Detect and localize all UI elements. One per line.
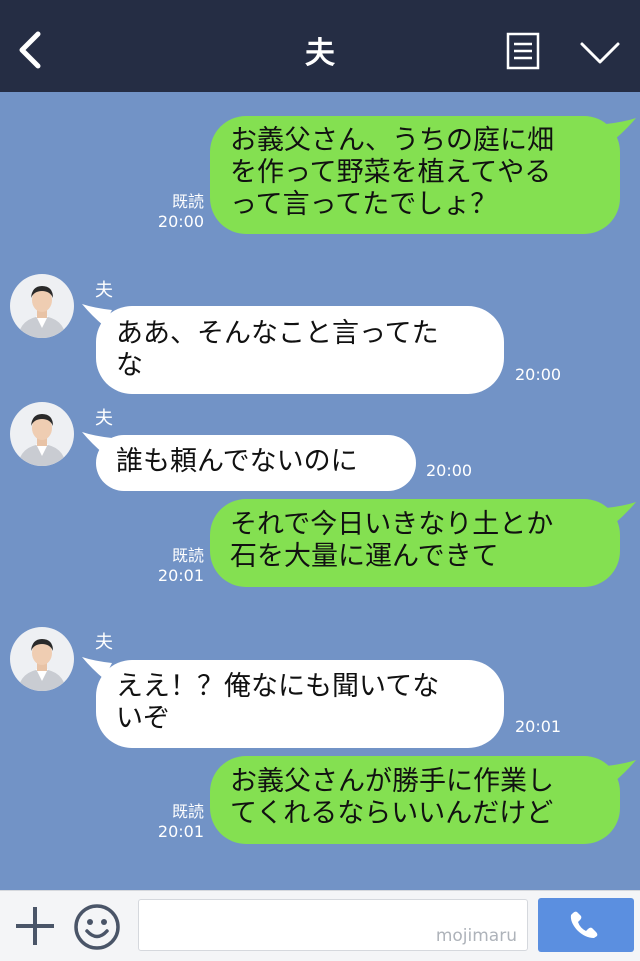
message-text: ええ！？俺なにも聞いてな [116, 671, 440, 702]
avatar[interactable] [10, 402, 74, 466]
smiley-icon[interactable] [72, 902, 122, 952]
person-icon [18, 286, 66, 338]
chevron-down-icon[interactable] [578, 36, 622, 70]
plus-icon[interactable] [14, 905, 56, 947]
message-time: 20:01 [157, 566, 204, 585]
message-time: 20:00 [426, 461, 473, 480]
chat-title: 夫 [305, 36, 335, 71]
sender-name: 夫 [95, 632, 113, 653]
message-bubble[interactable]: ああ、そんなこと言ってた な [96, 306, 504, 394]
sender-name: 夫 [95, 280, 113, 301]
message-text: な [116, 350, 143, 381]
read-receipt: 既読 20:01 [150, 546, 204, 586]
person-icon [18, 639, 66, 691]
message-list[interactable]: お義父さん、うちの庭に畑 を作って野菜を植えてやる って言ってたでしょ？ 既読 … [0, 92, 640, 890]
avatar[interactable] [10, 627, 74, 691]
message-bubble[interactable]: お義父さん、うちの庭に畑 を作って野菜を植えてやる って言ってたでしょ？ [210, 116, 620, 234]
message-text: てくれるならいいんだけど [230, 798, 554, 829]
message-text: それで今日いきなり土とか [230, 509, 554, 540]
message-bubble[interactable]: ええ！？俺なにも聞いてな いぞ [96, 660, 504, 748]
avatar[interactable] [10, 274, 74, 338]
message-text: を作って野菜を植えてやる [230, 157, 552, 188]
message-text: いぞ [116, 703, 170, 734]
message-time: 20:01 [157, 822, 204, 841]
read-receipt: 既読 20:01 [150, 802, 204, 842]
call-button[interactable] [538, 898, 634, 952]
watermark-text: mojimaru [435, 926, 517, 946]
message-time: 20:01 [515, 717, 562, 736]
read-label: 既読 [171, 192, 204, 211]
menu-icon[interactable] [506, 32, 540, 70]
input-bar: mojimaru [0, 890, 640, 961]
message-text: お義父さん、うちの庭に畑 [230, 125, 554, 156]
message-bubble[interactable]: 誰も頼んでないのに [96, 435, 416, 491]
message-text: って言ってたでしょ？ [230, 189, 498, 220]
read-label: 既読 [171, 546, 204, 565]
message-text: 石を大量に運んできて [230, 541, 499, 572]
message-bubble[interactable]: それで今日いきなり土とか 石を大量に運んできて [210, 499, 620, 587]
message-text: お義父さんが勝手に作業し [230, 766, 554, 797]
read-label: 既読 [171, 802, 204, 821]
read-receipt: 既読 20:00 [150, 192, 204, 232]
sender-name: 夫 [95, 408, 113, 429]
message-input[interactable]: mojimaru [138, 899, 528, 951]
person-icon [18, 414, 66, 466]
phone-icon [570, 911, 598, 938]
message-bubble[interactable]: お義父さんが勝手に作業し てくれるならいいんだけど [210, 756, 620, 844]
message-time: 20:00 [157, 212, 204, 231]
message-time: 20:00 [515, 365, 562, 384]
message-text: 誰も頼んでないのに [116, 446, 358, 477]
message-text: ああ、そんなこと言ってた [116, 318, 439, 349]
chat-header: 夫 [0, 0, 640, 92]
